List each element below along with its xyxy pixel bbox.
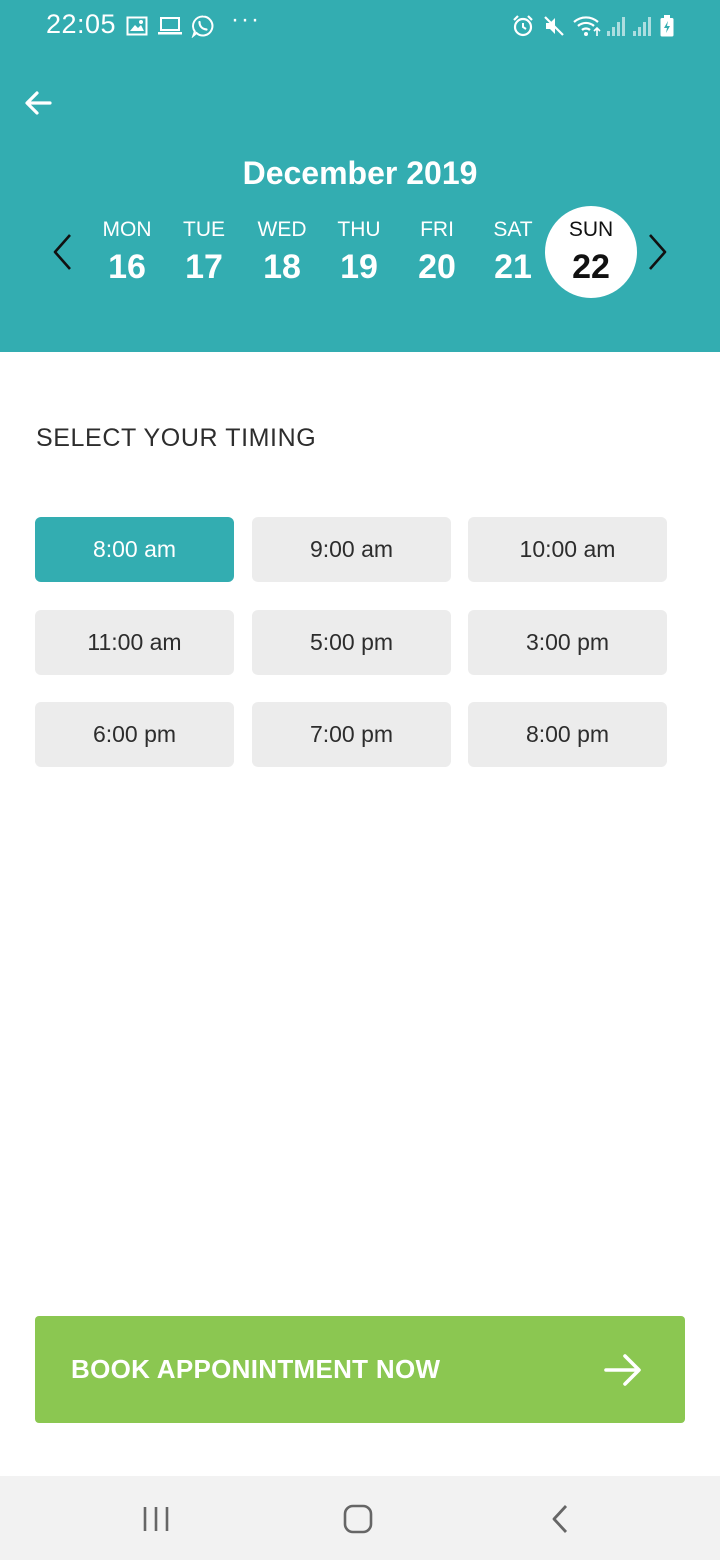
time-slot[interactable]: 10:00 am bbox=[468, 517, 667, 582]
time-slot[interactable]: 6:00 pm bbox=[35, 702, 234, 767]
recent-apps-icon bbox=[143, 1507, 169, 1531]
recent-apps-button[interactable] bbox=[132, 1498, 180, 1540]
day-sun-selected[interactable]: SUN 22 bbox=[545, 206, 637, 298]
home-button[interactable] bbox=[334, 1498, 382, 1540]
month-title: December 2019 bbox=[242, 155, 478, 191]
home-icon bbox=[343, 1504, 373, 1534]
chevron-right-icon bbox=[649, 234, 667, 270]
time-slot[interactable]: 3:00 pm bbox=[468, 610, 667, 675]
system-nav-bar bbox=[0, 1476, 720, 1560]
whatsapp-icon bbox=[190, 13, 216, 39]
back-button[interactable] bbox=[22, 86, 56, 120]
status-bar: 22:05 ··· bbox=[0, 0, 720, 52]
back-nav-button[interactable] bbox=[536, 1498, 584, 1540]
time-slot[interactable]: 11:00 am bbox=[35, 610, 234, 675]
time-slot[interactable]: 8:00 pm bbox=[468, 702, 667, 767]
previous-week-button[interactable] bbox=[50, 232, 74, 272]
more-notifications-icon: ··· bbox=[231, 6, 261, 33]
time-slot[interactable]: 5:00 pm bbox=[252, 610, 451, 675]
book-button-label: BOOK APPONINTMENT NOW bbox=[71, 1354, 441, 1384]
time-slot[interactable]: 9:00 am bbox=[252, 517, 451, 582]
arrow-right-icon bbox=[604, 1354, 641, 1386]
header: 22:05 ··· December 2019 MON 16 TUE 17 WE… bbox=[0, 0, 720, 352]
signal-icon bbox=[604, 13, 628, 39]
status-time: 22:05 bbox=[46, 9, 117, 39]
day-number: 22 bbox=[572, 248, 610, 286]
book-appointment-button[interactable]: BOOK APPONINTMENT NOW bbox=[35, 1316, 685, 1423]
wifi-icon bbox=[572, 13, 602, 39]
chevron-left-icon bbox=[53, 234, 71, 270]
next-week-button[interactable] bbox=[646, 232, 670, 272]
image-icon bbox=[125, 13, 149, 39]
alarm-icon bbox=[510, 13, 536, 39]
time-slot[interactable]: 7:00 pm bbox=[252, 702, 451, 767]
arrow-left-icon bbox=[25, 91, 52, 115]
battery-icon bbox=[657, 13, 677, 39]
day-name: SUN bbox=[568, 218, 614, 241]
laptop-icon bbox=[157, 13, 183, 39]
mute-icon bbox=[542, 13, 566, 39]
signal-icon bbox=[630, 13, 654, 39]
back-icon bbox=[552, 1505, 568, 1533]
section-title: SELECT YOUR TIMING bbox=[36, 424, 317, 452]
time-slot-selected[interactable]: 8:00 am bbox=[35, 517, 234, 582]
